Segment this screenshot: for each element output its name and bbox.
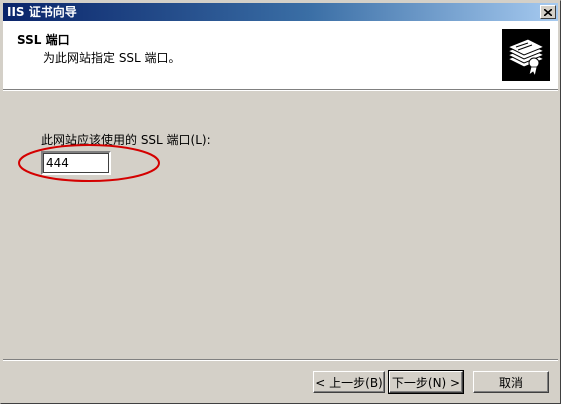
title-bar[interactable]: IIS 证书向导: [3, 3, 558, 21]
back-button[interactable]: < 上一步(B): [313, 371, 385, 393]
ssl-port-label: 此网站应该使用的 SSL 端口(L):: [41, 133, 211, 147]
close-icon: [544, 8, 552, 16]
close-button[interactable]: [540, 5, 556, 19]
ssl-port-input[interactable]: [41, 151, 111, 175]
wizard-header: SSL 端口 为此网站指定 SSL 端口。: [3, 21, 558, 89]
footer-separator: [3, 359, 558, 361]
header-separator: [3, 89, 558, 91]
page-subtitle: 为此网站指定 SSL 端口。: [43, 51, 181, 65]
certificate-stack-icon: [502, 29, 550, 81]
page-title: SSL 端口: [17, 33, 70, 47]
wizard-window: IIS 证书向导 SSL 端口 为此网站指定 SSL 端口。 此网站应该使用的 …: [0, 0, 561, 404]
next-button[interactable]: 下一步(N) >: [388, 370, 464, 394]
cancel-button[interactable]: 取消: [473, 371, 549, 393]
window-title: IIS 证书向导: [7, 5, 77, 19]
